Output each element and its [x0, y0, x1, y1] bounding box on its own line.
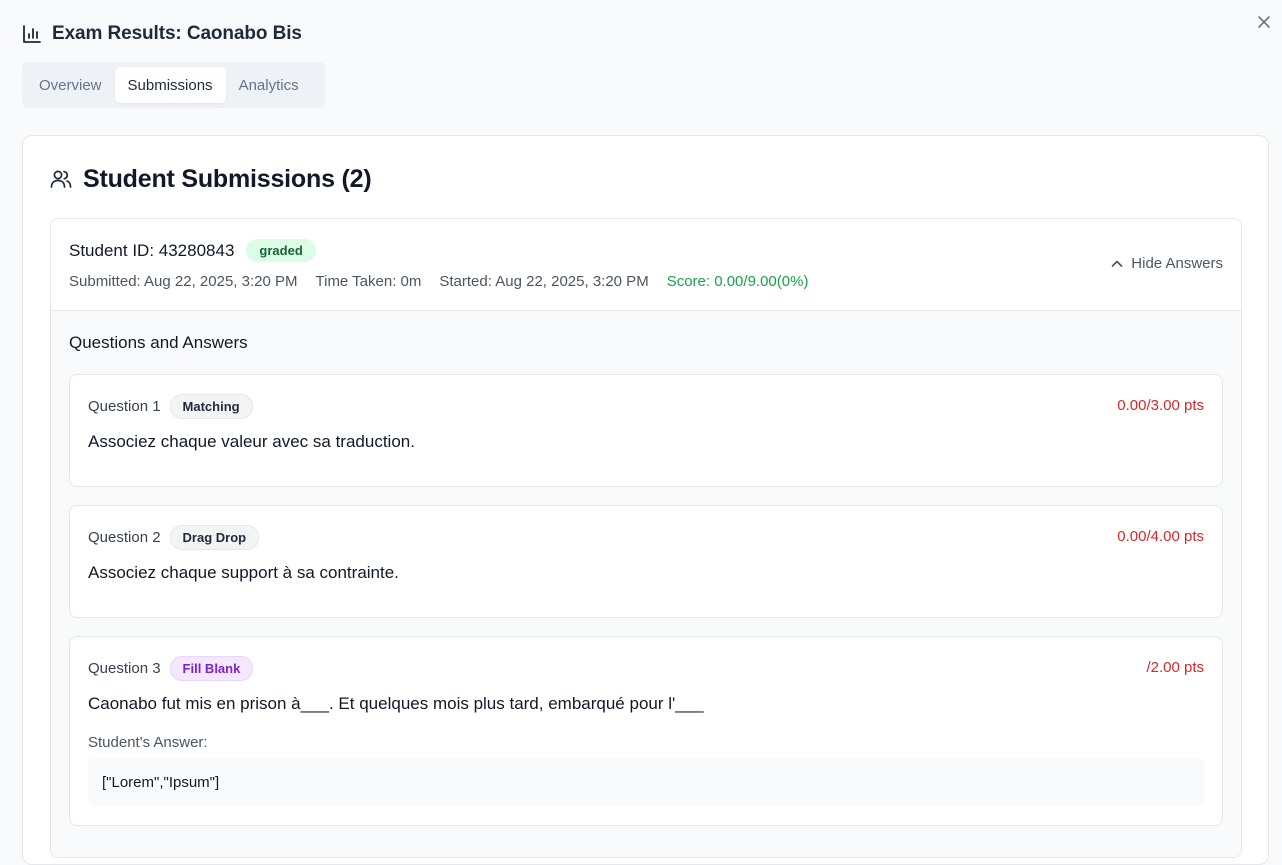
close-button[interactable]	[1254, 12, 1274, 32]
submissions-card: Student Submissions (2) Student ID: 4328…	[22, 135, 1269, 865]
student-answer-label: Student's Answer:	[88, 734, 208, 751]
submission-item: Student ID: 43280843 graded Submitted: A…	[50, 218, 1242, 858]
tab-submissions[interactable]: Submissions	[114, 67, 226, 103]
submissions-heading: Student Submissions (2)	[49, 162, 372, 196]
question-text: Associez chaque support à sa contrainte.	[88, 563, 399, 582]
status-badge: graded	[246, 239, 316, 262]
question-header: Question 2 Drag Drop	[88, 525, 260, 550]
users-icon	[50, 170, 72, 188]
question-card-2: Question 2 Drag Drop 0.00/4.00 pts Assoc…	[69, 505, 1223, 618]
question-points: /2.00 pts	[1146, 659, 1204, 676]
tab-overview[interactable]: Overview	[26, 67, 115, 103]
student-answer: ["Lorem","Ipsum"]	[88, 758, 1204, 806]
question-card-1: Question 1 Matching 0.00/3.00 pts Associ…	[69, 374, 1223, 487]
started-time: Started: Aug 22, 2025, 3:20 PM	[439, 273, 649, 290]
question-points: 0.00/4.00 pts	[1117, 528, 1204, 545]
question-points: 0.00/3.00 pts	[1117, 397, 1204, 414]
question-type-badge: Matching	[169, 394, 253, 419]
time-taken: Time Taken: 0m	[315, 273, 422, 290]
question-number: Question 2	[88, 529, 161, 546]
chevron-up-icon	[1111, 260, 1123, 267]
tab-analytics[interactable]: Analytics	[226, 67, 312, 103]
submissions-title: Student Submissions (2)	[83, 164, 372, 193]
close-icon	[1258, 16, 1270, 28]
bar-chart-icon	[23, 25, 41, 43]
exam-results-dialog: Exam Results: Caonabo Bis Overview Submi…	[0, 0, 1282, 865]
hide-answers-label: Hide Answers	[1131, 255, 1223, 272]
submission-header: Student ID: 43280843 graded Submitted: A…	[51, 219, 1241, 311]
hide-answers-button[interactable]: Hide Answers	[1110, 255, 1223, 272]
question-type-badge: Drag Drop	[169, 525, 260, 550]
question-card-3: Question 3 Fill Blank /2.00 pts Caonabo …	[69, 636, 1223, 826]
answers-panel: Questions and Answers Question 1 Matchin…	[51, 311, 1241, 857]
student-id: Student ID: 43280843	[69, 240, 235, 260]
dialog-title: Exam Results: Caonabo Bis	[52, 23, 302, 44]
question-number: Question 3	[88, 660, 161, 677]
question-text: Associez chaque valeur avec sa traductio…	[88, 432, 415, 451]
question-type-badge: Fill Blank	[169, 656, 254, 681]
question-text: Caonabo fut mis en prison à___. Et quelq…	[88, 694, 704, 713]
question-number: Question 1	[88, 398, 161, 415]
submission-meta: Submitted: Aug 22, 2025, 3:20 PM Time Ta…	[69, 273, 808, 290]
tab-list: Overview Submissions Analytics	[22, 62, 325, 108]
submitted-time: Submitted: Aug 22, 2025, 3:20 PM	[69, 273, 298, 290]
dialog-header: Exam Results: Caonabo Bis	[22, 20, 302, 48]
score: Score: 0.00/9.00(0%)	[666, 273, 809, 290]
question-header: Question 1 Matching	[88, 394, 253, 419]
qa-title: Questions and Answers	[69, 333, 248, 352]
student-id-row: Student ID: 43280843 graded	[69, 239, 316, 262]
question-header: Question 3 Fill Blank	[88, 656, 254, 681]
